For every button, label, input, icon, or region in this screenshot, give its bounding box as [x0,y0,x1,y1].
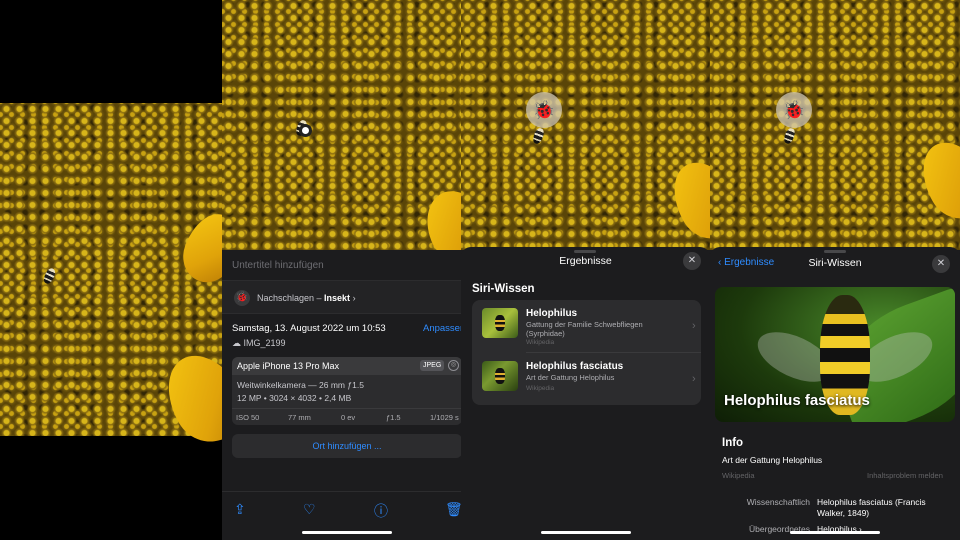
home-indicator [790,531,880,534]
insect [42,266,57,286]
result-desc: Art der Gattung Helophilus [526,373,615,382]
lookup-results-panel: 🐞 Ergebnisse ✕ Siri-Wissen Helophilus Ga… [461,0,710,540]
filename-text: IMG_2199 [243,338,286,348]
caption-input[interactable]: Untertitel hinzufügen [232,260,324,271]
petal [175,206,222,290]
hero-title: Helophilus fasciatus [724,392,870,409]
lookup-label: Nachschlagen – Insekt › [257,293,356,303]
petal [152,341,222,455]
home-indicator [541,531,631,534]
sheet-grabber[interactable] [824,250,846,253]
sunflower-photo[interactable]: 🐞 [710,0,960,250]
sunflower-photo[interactable] [0,103,222,455]
close-icon[interactable]: ✕ [683,252,701,270]
result-item[interactable]: Helophilus Gattung der Familie Schwebfli… [472,300,701,353]
lookup-subject: Insekt [324,293,351,303]
report-link[interactable]: Inhaltsproblem melden [867,471,943,480]
section-heading: Siri-Wissen [472,283,535,295]
visual-lookup-dot[interactable] [299,124,312,137]
exif-shutter: 1/1029 s [430,413,459,422]
lens-info: Weitwinkelkamera — 26 mm ƒ1.5 [237,380,364,390]
adjust-button[interactable]: Anpassen [423,323,461,334]
info-icon[interactable]: ⓘ [374,501,388,521]
share-icon[interactable]: ⇪ [234,501,246,518]
info-description: Art der Gattung Helophilus [722,455,823,465]
exif-aperture: ƒ1.5 [386,413,401,422]
bug-icon[interactable]: 🐞 [776,92,812,128]
row-value: Helophilus fasciatus (Francis Walker, 18… [817,497,926,518]
result-desc: Gattung der Familie Schwebfliegen (Syrph… [526,320,643,338]
chevron-right-icon: › [692,320,696,332]
cloud-icon: ☁ [232,338,241,348]
image-specs: 12 MP • 3024 × 4032 • 2,4 MB [237,393,352,403]
lookup-row[interactable]: 🐞 Nachschlagen – Insekt › [222,280,461,314]
photo-date: Samstag, 13. August 2022 um 10:53 [232,323,386,334]
chevron-right-icon: › [692,373,696,385]
filename: ☁ IMG_2199 [232,338,286,349]
home-indicator [302,531,392,534]
sheet-grabber[interactable] [574,250,596,253]
exif-row: ISO 50 77 mm 0 ev ƒ1.5 1/1029 s [232,408,461,425]
result-name: Helophilus fasciatus [526,361,624,372]
screenshot-collage: Untertitel hinzufügen 🐞 Nachschlagen – I… [0,0,960,540]
petal [660,150,710,250]
insect [782,126,797,146]
info-heading: Info [722,437,744,449]
trash-icon[interactable]: 🗑 [445,501,461,518]
result-name: Helophilus [526,308,578,319]
results-title: Ergebnisse [559,255,612,267]
petal [909,130,960,230]
heart-icon[interactable]: ♡ [303,501,316,518]
bug-icon[interactable]: 🐞 [526,92,562,128]
bug-icon: 🐞 [234,290,250,306]
row-key: Wissenschaftlich [746,497,810,507]
result-source: Wikipedia [526,385,555,392]
sunflower-photo[interactable] [222,0,461,270]
siri-knowledge-panel: 🐞 ‹ Ergebnisse Siri-Wissen ✕ Helophilus … [710,0,960,540]
photo-fullscreen-panel [0,0,222,540]
results-list: Helophilus Gattung der Familie Schwebfli… [472,300,701,405]
source-link[interactable]: Wikipedia [722,471,755,480]
exif-iso: ISO 50 [236,413,260,422]
detail-title: Siri-Wissen [808,257,862,269]
format-badge: JPEG [420,360,445,371]
exif-ev: 0 ev [341,413,356,422]
detail-sheet: ‹ Ergebnisse Siri-Wissen ✕ Helophilus fa… [710,247,960,540]
add-location-button[interactable]: Ort hinzufügen ... [232,434,461,458]
results-sheet: Ergebnisse ✕ Siri-Wissen Helophilus Gatt… [461,247,710,540]
sunflower-photo[interactable]: 🐞 [461,0,710,250]
hero-image: Helophilus fasciatus [715,287,955,422]
result-thumbnail [482,361,518,391]
exif-focal: 77 mm [288,413,311,422]
result-thumbnail [482,308,518,338]
lookup-prefix: Nachschlagen – [257,293,325,303]
live-photo-icon: ◎ [448,360,459,371]
close-icon[interactable]: ✕ [932,255,950,273]
result-item[interactable]: Helophilus fasciatus Art der Gattung Hel… [472,353,701,405]
chevron-right-icon: › [352,293,356,303]
result-source: Wikipedia [526,339,555,346]
insect [531,126,546,146]
photo-info-panel: Untertitel hinzufügen 🐞 Nachschlagen – I… [222,0,461,540]
